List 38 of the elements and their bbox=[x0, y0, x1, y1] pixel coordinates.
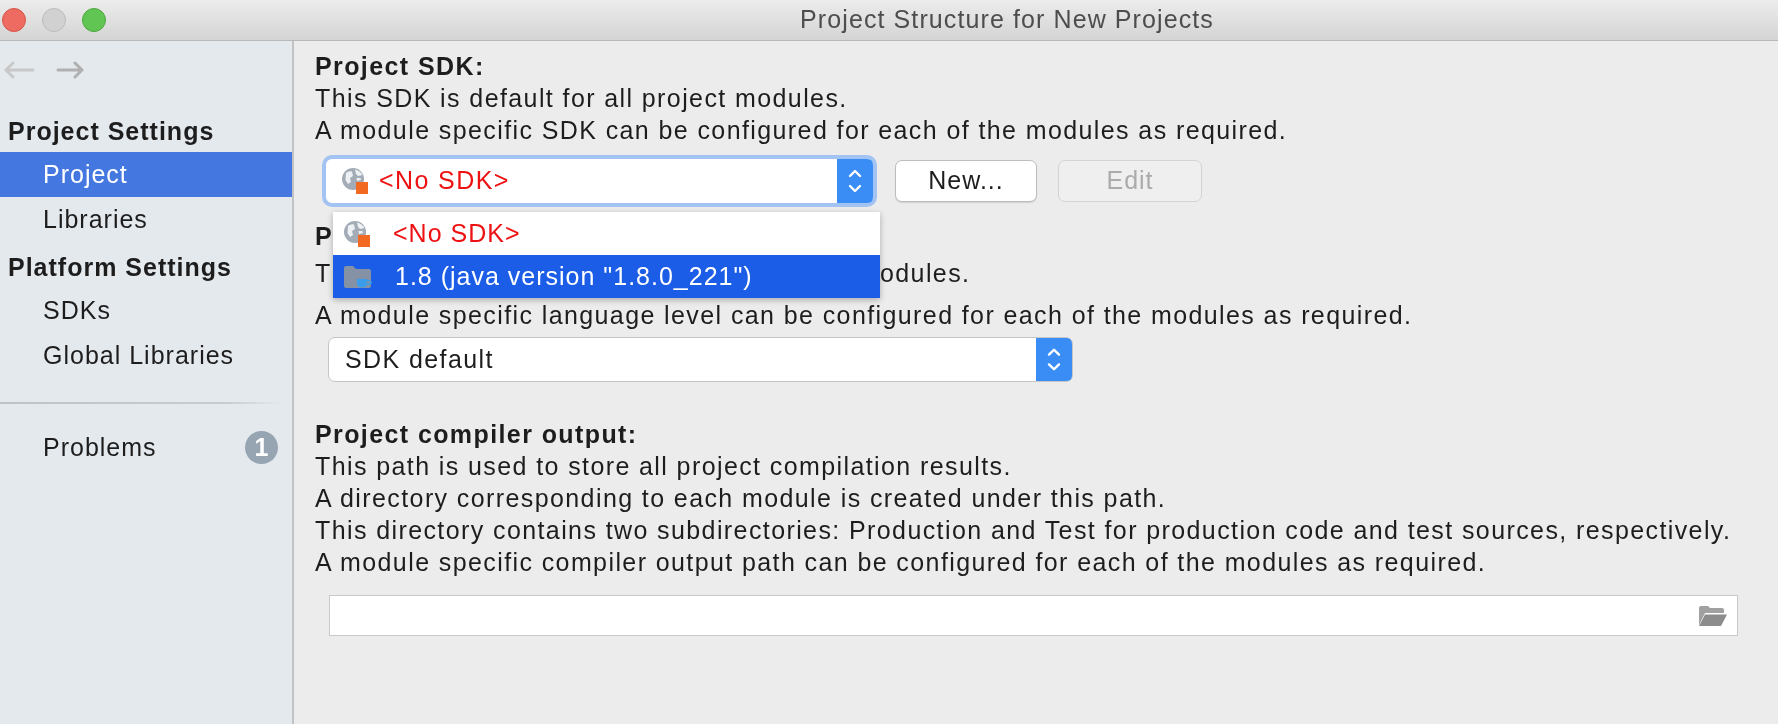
folder-icon[interactable] bbox=[1698, 604, 1728, 627]
language-level-dropdown[interactable]: SDK default bbox=[328, 337, 1073, 382]
back-arrow-icon[interactable] bbox=[3, 61, 35, 79]
globe-icon bbox=[343, 219, 371, 248]
sidebar-item[interactable]: Global Libraries bbox=[0, 333, 292, 378]
forward-arrow-icon[interactable] bbox=[56, 61, 84, 79]
folder-cup-icon bbox=[343, 263, 373, 290]
sdk-dropdown[interactable]: <No SDK> bbox=[322, 155, 877, 207]
sidebar-item[interactable]: Project bbox=[0, 152, 292, 197]
close-icon[interactable] bbox=[2, 8, 26, 32]
description-text: A module specific SDK can be configured for each of the modules as required. bbox=[315, 115, 1288, 146]
sidebar-item[interactable]: Libraries bbox=[0, 197, 292, 242]
description-text: A module specific compiler output path can be configured for each of the modules as required. bbox=[315, 547, 1487, 578]
minimize-icon[interactable] bbox=[42, 8, 66, 32]
description-text: A directory corresponding to each module is created under this path. bbox=[315, 483, 1167, 514]
section-heading: Project compiler output: bbox=[315, 419, 638, 450]
section-heading: Project SDK: bbox=[315, 51, 485, 82]
zoom-icon[interactable] bbox=[82, 8, 106, 32]
section-heading: P bbox=[315, 221, 334, 251]
sidebar-item[interactable]: Problems 1 bbox=[0, 425, 292, 470]
problem-count-badge: 1 bbox=[245, 431, 278, 464]
description-text: This directory contains two subdirectories: Production and Test for production code and test sources, respectively. bbox=[315, 515, 1732, 546]
dropdown-option[interactable]: 1.8 (java version "1.8.0_221") bbox=[333, 255, 880, 298]
description-text: A module specific language level can be configured for each of the modules as required. bbox=[315, 300, 1413, 331]
description-text: odules. bbox=[880, 258, 971, 289]
window-title: Project Structure for New Projects bbox=[800, 5, 1214, 34]
description-text: This path is used to store all project compilation results. bbox=[315, 451, 1012, 482]
sidebar-item[interactable]: SDKs bbox=[0, 288, 292, 333]
output-path-field[interactable] bbox=[329, 595, 1738, 636]
stepper-icon[interactable] bbox=[837, 159, 873, 203]
description-text: T bbox=[315, 258, 332, 289]
globe-icon bbox=[341, 167, 369, 195]
dropdown-option[interactable]: <No SDK> bbox=[333, 212, 880, 255]
description-text: This SDK is default for all project modules. bbox=[315, 83, 848, 114]
stepper-icon[interactable] bbox=[1036, 338, 1072, 381]
section-heading: Platform Settings bbox=[7, 252, 233, 284]
sdk-action-button[interactable]: New... bbox=[895, 160, 1037, 202]
section-heading: Project Settings bbox=[7, 116, 216, 148]
